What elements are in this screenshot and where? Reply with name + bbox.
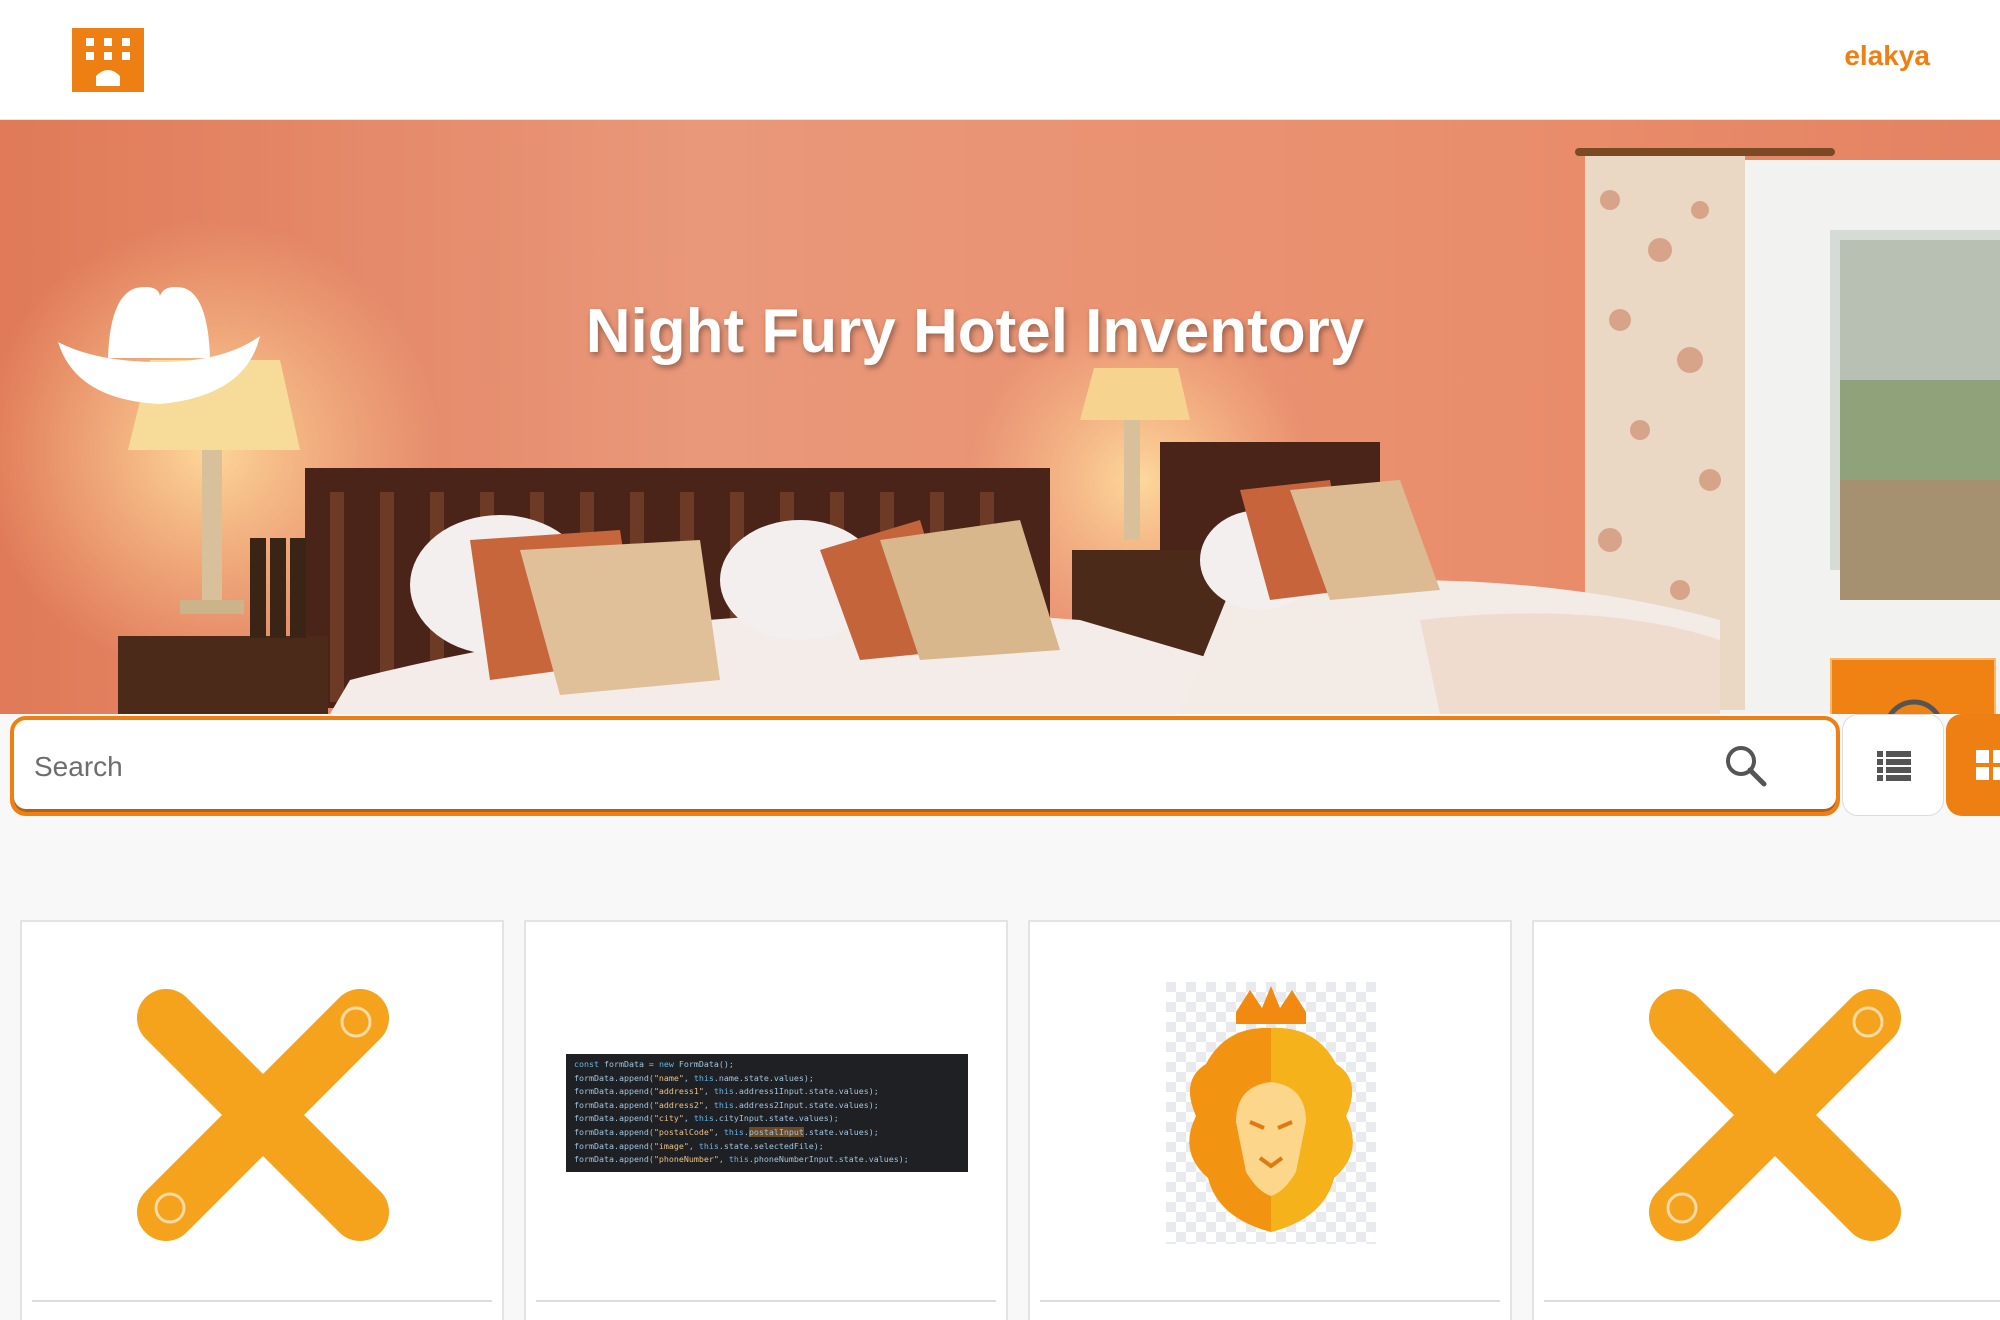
card-divider [1544, 1300, 2000, 1302]
code-line: formData.append("address1", this.address… [574, 1086, 879, 1097]
code-line: formData.append("phoneNumber", this.phon… [574, 1154, 909, 1165]
grid-view-icon [1976, 750, 2000, 780]
list-view-icon [1877, 751, 1911, 781]
hero-banner: Night Fury Hotel Inventory [0, 120, 2000, 714]
add-hotel-button[interactable] [1830, 658, 1996, 714]
list-view-button[interactable] [1842, 714, 1944, 816]
code-screenshot-image: const formData = new FormData(); formDat… [566, 1054, 968, 1172]
hotel-card[interactable] [1532, 920, 2000, 1320]
hotel-card[interactable] [20, 920, 504, 1320]
code-line: formData.append("image", this.state.sele… [574, 1140, 824, 1151]
search-icon[interactable] [1722, 742, 1770, 790]
grid-view-button[interactable] [1946, 714, 2000, 816]
page-title: Night Fury Hotel Inventory [585, 297, 1365, 366]
search-input[interactable] [34, 738, 1684, 796]
plus-circle-icon [1888, 699, 1940, 714]
card-divider [1040, 1300, 1500, 1302]
hotel-room-photo [0, 120, 2000, 714]
code-line: const formData = new FormData(); [574, 1059, 734, 1069]
hotel-card[interactable]: const formData = new FormData(); formDat… [524, 920, 1008, 1320]
code-line: formData.append("postalCode", this.posta… [574, 1126, 879, 1137]
hotel-card[interactable] [1028, 920, 1512, 1320]
hotel-building-icon[interactable] [70, 28, 146, 92]
top-navbar: elakya [0, 0, 2000, 120]
cowboy-hat-icon [56, 276, 262, 416]
code-line: formData.append("address2", this.address… [574, 1099, 879, 1110]
code-line: formData.append("city", this.cityInput.s… [574, 1113, 839, 1124]
lion-crown-image [1166, 982, 1376, 1244]
orange-x-image [1649, 989, 1901, 1241]
code-line: formData.append("name", this.name.state.… [574, 1072, 814, 1083]
user-name-link[interactable]: elakya [1844, 40, 1930, 72]
card-divider [32, 1300, 492, 1302]
card-divider [536, 1300, 996, 1302]
orange-x-image [137, 989, 389, 1241]
search-bar [10, 716, 1840, 816]
